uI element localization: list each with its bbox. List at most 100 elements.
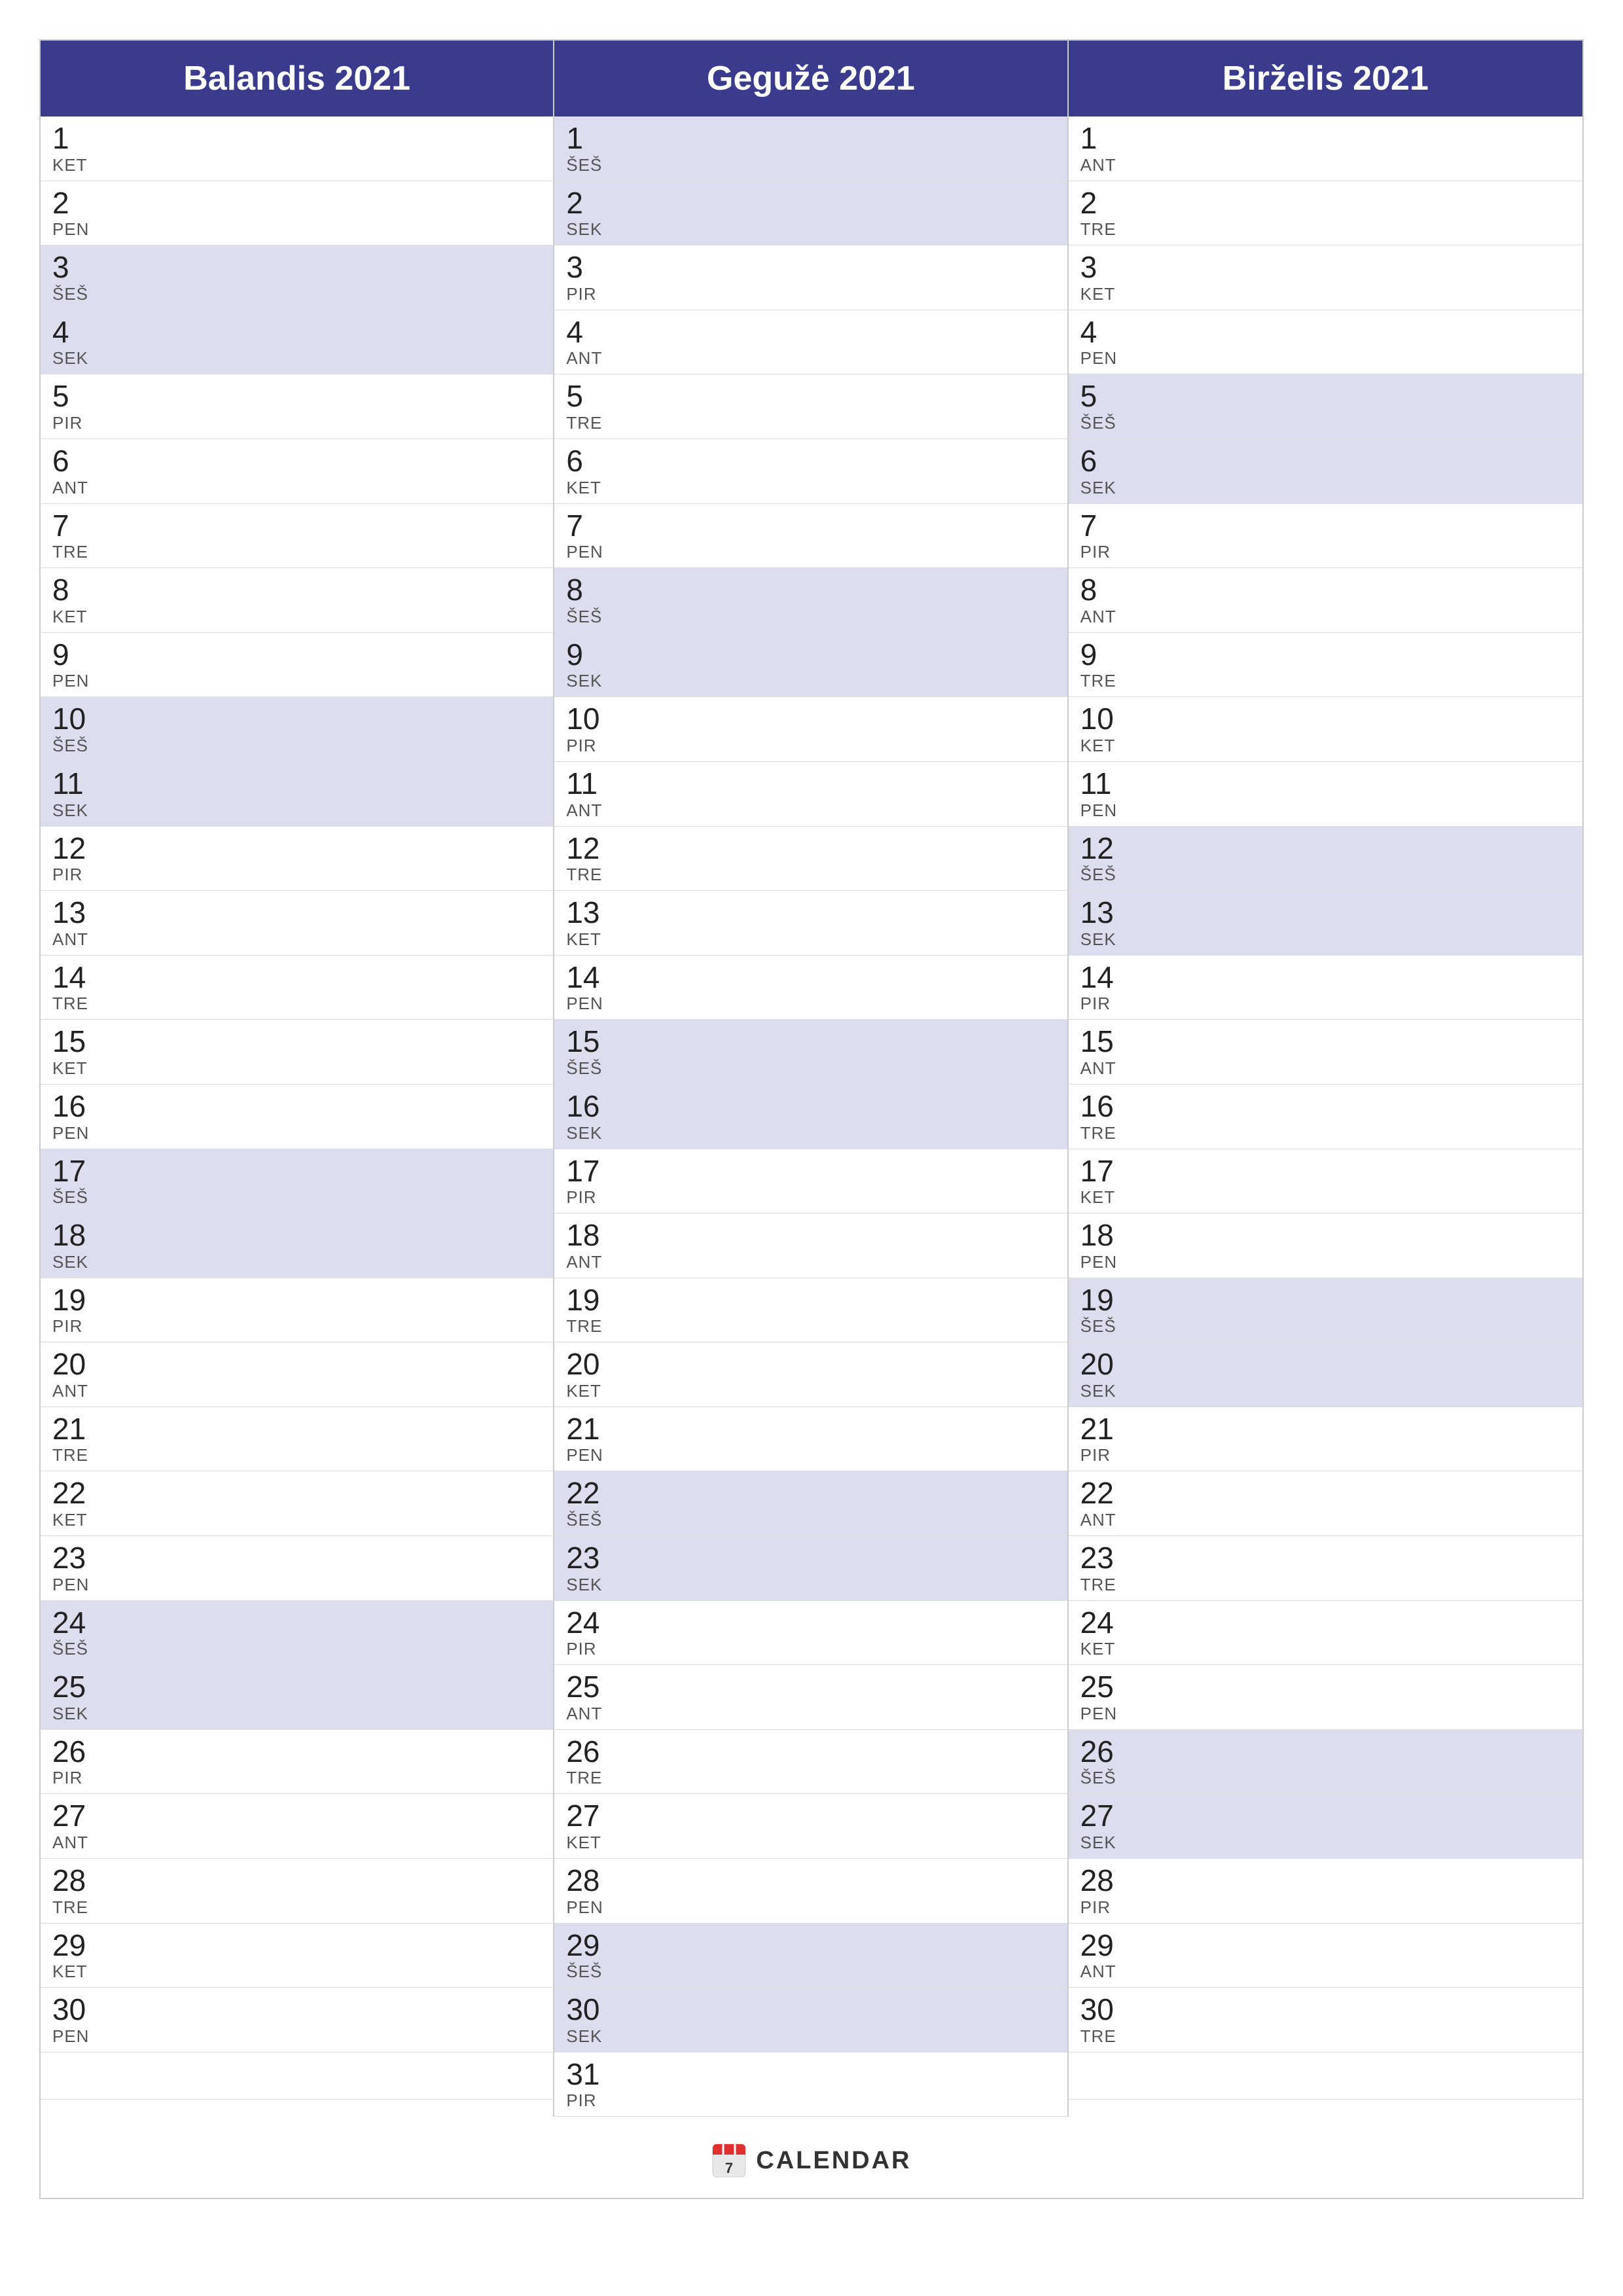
day-cell-m2-d22: 23TRE [1069, 1536, 1582, 1601]
day-name-m2-d14: ANT [1080, 1058, 1571, 1079]
day-name-m1-d1: SEK [566, 219, 1055, 240]
day-cell-m0-d16: 17ŠEŠ [41, 1149, 553, 1214]
day-name-m0-d3: SEK [52, 348, 541, 368]
day-cell-m2-d15: 16TRE [1069, 1085, 1582, 1149]
day-cell-m2-d4: 5ŠEŠ [1069, 374, 1582, 439]
day-cell-m0-d28: 29KET [41, 1924, 553, 1988]
day-cell-m0-d21: 22KET [41, 1471, 553, 1536]
day-cell-m0-d5: 6ANT [41, 439, 553, 504]
day-name-m0-d0: KET [52, 155, 541, 175]
day-num-m1-d15: 16 [566, 1090, 1055, 1123]
day-name-m2-d10: PEN [1080, 800, 1571, 821]
day-num-m1-d5: 6 [566, 444, 1055, 478]
day-cell-m2-d27: 28PIR [1069, 1859, 1582, 1924]
day-name-m0-d17: SEK [52, 1252, 541, 1272]
day-name-m0-d14: KET [52, 1058, 541, 1079]
day-name-m0-d6: TRE [52, 542, 541, 562]
day-name-m0-d15: PEN [52, 1123, 541, 1143]
day-cell-m2-d13: 14PIR [1069, 956, 1582, 1020]
day-cell-m2-d14: 15ANT [1069, 1020, 1582, 1085]
day-num-m0-d16: 17 [52, 1155, 541, 1188]
day-num-m1-d12: 13 [566, 896, 1055, 929]
day-name-m2-d23: KET [1080, 1639, 1571, 1659]
day-cell-m1-d18: 19TRE [554, 1278, 1067, 1343]
day-cell-m1-d6: 7PEN [554, 504, 1067, 569]
day-name-m2-d29: TRE [1080, 2026, 1571, 2047]
month-headers: Balandis 2021Gegužė 2021Birželis 2021 [41, 41, 1582, 117]
day-name-m1-d14: ŠEŠ [566, 1058, 1055, 1079]
month-col-2: 1ANT2TRE3KET4PEN5ŠEŠ6SEK7PIR8ANT9TRE10KE… [1069, 117, 1582, 2117]
day-name-m0-d11: PIR [52, 865, 541, 885]
day-name-m0-d16: ŠEŠ [52, 1187, 541, 1208]
day-cell-m0-d14: 15KET [41, 1020, 553, 1085]
day-num-m1-d28: 29 [566, 1929, 1055, 1962]
day-cell-m2-d8: 9TRE [1069, 633, 1582, 698]
day-cell-m0-d15: 16PEN [41, 1085, 553, 1149]
day-num-m1-d10: 11 [566, 767, 1055, 800]
day-num-m1-d26: 27 [566, 1799, 1055, 1833]
day-name-m0-d7: KET [52, 607, 541, 627]
day-cell-m0-d4: 5PIR [41, 374, 553, 439]
day-name-m2-d21: ANT [1080, 1510, 1571, 1530]
day-name-m1-d15: SEK [566, 1123, 1055, 1143]
day-num-m2-d3: 4 [1080, 315, 1571, 349]
day-name-m2-d19: SEK [1080, 1381, 1571, 1401]
day-name-m2-d9: KET [1080, 736, 1571, 756]
day-cell-m2-d21: 22ANT [1069, 1471, 1582, 1536]
day-name-m1-d7: ŠEŠ [566, 607, 1055, 627]
day-cell-m1-d24: 25ANT [554, 1665, 1067, 1730]
day-name-m2-d3: PEN [1080, 348, 1571, 368]
day-num-m1-d25: 26 [566, 1735, 1055, 1768]
day-name-m0-d20: TRE [52, 1445, 541, 1465]
day-cell-m0-d17: 18SEK [41, 1213, 553, 1278]
day-cell-m0-d27: 28TRE [41, 1859, 553, 1924]
day-name-m1-d11: TRE [566, 865, 1055, 885]
day-name-m1-d6: PEN [566, 542, 1055, 562]
day-cell-m1-d5: 6KET [554, 439, 1067, 504]
day-num-m0-d18: 19 [52, 1283, 541, 1317]
day-num-m0-d8: 9 [52, 638, 541, 672]
day-cell-m0-d19: 20ANT [41, 1342, 553, 1407]
day-name-m1-d28: ŠEŠ [566, 1962, 1055, 1982]
day-name-m2-d17: PEN [1080, 1252, 1571, 1272]
day-name-m2-d15: TRE [1080, 1123, 1571, 1143]
day-cell-m1-d25: 26TRE [554, 1730, 1067, 1795]
day-name-m1-d20: PEN [566, 1445, 1055, 1465]
day-cell-m2-d24: 25PEN [1069, 1665, 1582, 1730]
day-cell-m0-d25: 26PIR [41, 1730, 553, 1795]
day-name-m0-d27: TRE [52, 1897, 541, 1918]
day-num-m0-d14: 15 [52, 1025, 541, 1058]
day-num-m0-d0: 1 [52, 122, 541, 155]
day-name-m1-d29: SEK [566, 2026, 1055, 2047]
day-name-m2-d11: ŠEŠ [1080, 865, 1571, 885]
day-cell-m2-d29: 30TRE [1069, 1988, 1582, 2053]
day-name-m0-d10: SEK [52, 800, 541, 821]
day-name-m0-d28: KET [52, 1962, 541, 1982]
day-cell-m2-d10: 11PEN [1069, 762, 1582, 827]
day-cell-m0-d26: 27ANT [41, 1794, 553, 1859]
day-name-m2-d28: ANT [1080, 1962, 1571, 1982]
day-name-m1-d27: PEN [566, 1897, 1055, 1918]
day-num-m2-d4: 5 [1080, 380, 1571, 413]
day-cell-m2-d23: 24KET [1069, 1601, 1582, 1666]
day-cell-m1-d28: 29ŠEŠ [554, 1924, 1067, 1988]
day-cell-m2-d1: 2TRE [1069, 181, 1582, 246]
day-cell-m2-d20: 21PIR [1069, 1407, 1582, 1472]
day-cell-m1-d21: 22ŠEŠ [554, 1471, 1067, 1536]
day-num-m1-d8: 9 [566, 638, 1055, 672]
day-cell-m2-d9: 10KET [1069, 697, 1582, 762]
day-num-m1-d18: 19 [566, 1283, 1055, 1317]
day-cell-m2-d25: 26ŠEŠ [1069, 1730, 1582, 1795]
day-cell-m1-d29: 30SEK [554, 1988, 1067, 2053]
day-num-m0-d5: 6 [52, 444, 541, 478]
day-name-m0-d29: PEN [52, 2026, 541, 2047]
day-name-m0-d21: KET [52, 1510, 541, 1530]
day-num-m2-d20: 21 [1080, 1412, 1571, 1446]
day-name-m1-d21: ŠEŠ [566, 1510, 1055, 1530]
day-cell-m0-d23: 24ŠEŠ [41, 1601, 553, 1666]
day-name-m0-d22: PEN [52, 1575, 541, 1595]
day-name-m2-d18: ŠEŠ [1080, 1316, 1571, 1336]
day-cell-m0-d12: 13ANT [41, 891, 553, 956]
day-cell-m0-d0: 1KET [41, 117, 553, 181]
month-header-0: Balandis 2021 [41, 41, 554, 117]
